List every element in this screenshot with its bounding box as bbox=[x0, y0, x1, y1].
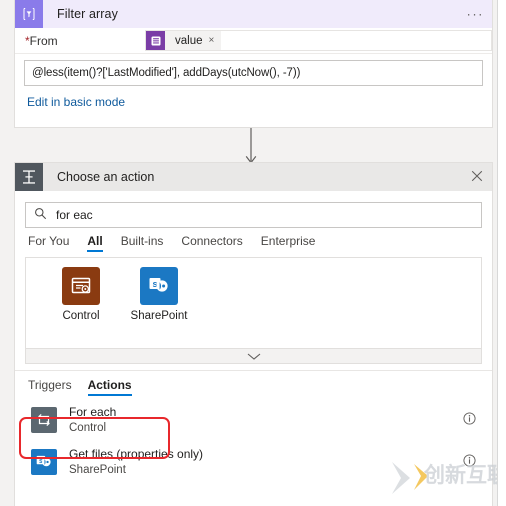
action-result-subtitle: SharePoint bbox=[69, 464, 126, 476]
filter-array-card: Filter array ··· *From value × @less(ite… bbox=[14, 0, 493, 128]
sharepoint-connector-icon: s bbox=[140, 267, 178, 305]
action-result-text: For each Control bbox=[69, 405, 116, 435]
connector-tile-control[interactable]: Control bbox=[50, 267, 112, 323]
choose-action-header: Choose an action bbox=[15, 163, 492, 191]
tab-for-you[interactable]: For You bbox=[28, 234, 69, 252]
expand-connectors-button[interactable] bbox=[25, 349, 482, 364]
action-result-get-files[interactable]: s Get files (properties only) SharePoint bbox=[15, 441, 492, 483]
tab-actions[interactable]: Actions bbox=[87, 378, 132, 396]
chevron-down-icon bbox=[247, 353, 260, 360]
expression-text: @less(item()?['LastModified'], addDays(u… bbox=[32, 67, 301, 79]
filter-array-card-header[interactable]: Filter array ··· bbox=[15, 0, 492, 28]
value-token[interactable]: value × bbox=[146, 31, 222, 50]
from-field-label: *From bbox=[25, 34, 145, 48]
connector-category-tabs: For You All Built-ins Connectors Enterpr… bbox=[15, 228, 492, 252]
choose-action-icon bbox=[15, 163, 43, 191]
app-root: Filter array ··· *From value × @less(ite… bbox=[0, 0, 506, 506]
connector-tile-label: SharePoint bbox=[130, 310, 188, 322]
search-row: for eac bbox=[15, 191, 492, 228]
search-icon bbox=[34, 207, 47, 223]
action-results-list: For each Control s Get files (properties… bbox=[15, 399, 492, 483]
info-icon[interactable] bbox=[463, 454, 476, 470]
close-icon[interactable] bbox=[471, 170, 483, 184]
card-menu-icon[interactable]: ··· bbox=[467, 8, 485, 21]
connector-tile-sharepoint[interactable]: s SharePoint bbox=[128, 267, 190, 323]
connector-tiles-container: Control s SharePoint bbox=[25, 257, 482, 349]
tab-triggers[interactable]: Triggers bbox=[28, 378, 72, 396]
action-result-subtitle: Control bbox=[69, 422, 107, 434]
info-icon[interactable] bbox=[463, 412, 476, 428]
expression-input[interactable]: @less(item()?['LastModified'], addDays(u… bbox=[24, 60, 483, 86]
search-input-value: for eac bbox=[56, 208, 93, 222]
from-field-row: *From value × bbox=[15, 28, 492, 54]
control-connector-icon bbox=[62, 267, 100, 305]
connector-tiles: Control s SharePoint bbox=[26, 258, 481, 323]
action-result-text: Get files (properties only) SharePoint bbox=[69, 447, 203, 477]
edit-in-basic-mode-link[interactable]: Edit in basic mode bbox=[27, 95, 492, 109]
dynamic-content-value-icon bbox=[146, 31, 165, 50]
action-result-for-each[interactable]: For each Control bbox=[15, 399, 492, 441]
expression-field-wrap: @less(item()?['LastModified'], addDays(u… bbox=[15, 54, 492, 86]
choose-action-title: Choose an action bbox=[57, 170, 155, 184]
action-result-title: Get files (properties only) bbox=[69, 447, 204, 461]
page-gutter bbox=[498, 0, 506, 506]
filter-array-icon bbox=[15, 0, 43, 28]
close-icon[interactable]: × bbox=[209, 35, 215, 46]
value-token-label: value bbox=[175, 34, 203, 47]
trigger-action-tabs: Triggers Actions bbox=[15, 370, 492, 396]
from-token-input[interactable]: value × bbox=[145, 30, 492, 51]
tab-enterprise[interactable]: Enterprise bbox=[261, 234, 316, 252]
connector-tile-label: Control bbox=[62, 310, 100, 322]
choose-an-action-panel: Choose an action for eac For You All Bui… bbox=[14, 162, 493, 506]
search-input[interactable]: for eac bbox=[25, 202, 482, 228]
from-label-text: From bbox=[29, 33, 58, 48]
tab-all[interactable]: All bbox=[87, 234, 104, 252]
tab-built-ins[interactable]: Built-ins bbox=[121, 234, 164, 252]
tab-connectors[interactable]: Connectors bbox=[181, 234, 242, 252]
sharepoint-action-icon: s bbox=[31, 449, 57, 475]
filter-array-title: Filter array bbox=[57, 7, 118, 21]
action-result-title: For each bbox=[69, 405, 117, 419]
for-each-action-icon bbox=[31, 407, 57, 433]
